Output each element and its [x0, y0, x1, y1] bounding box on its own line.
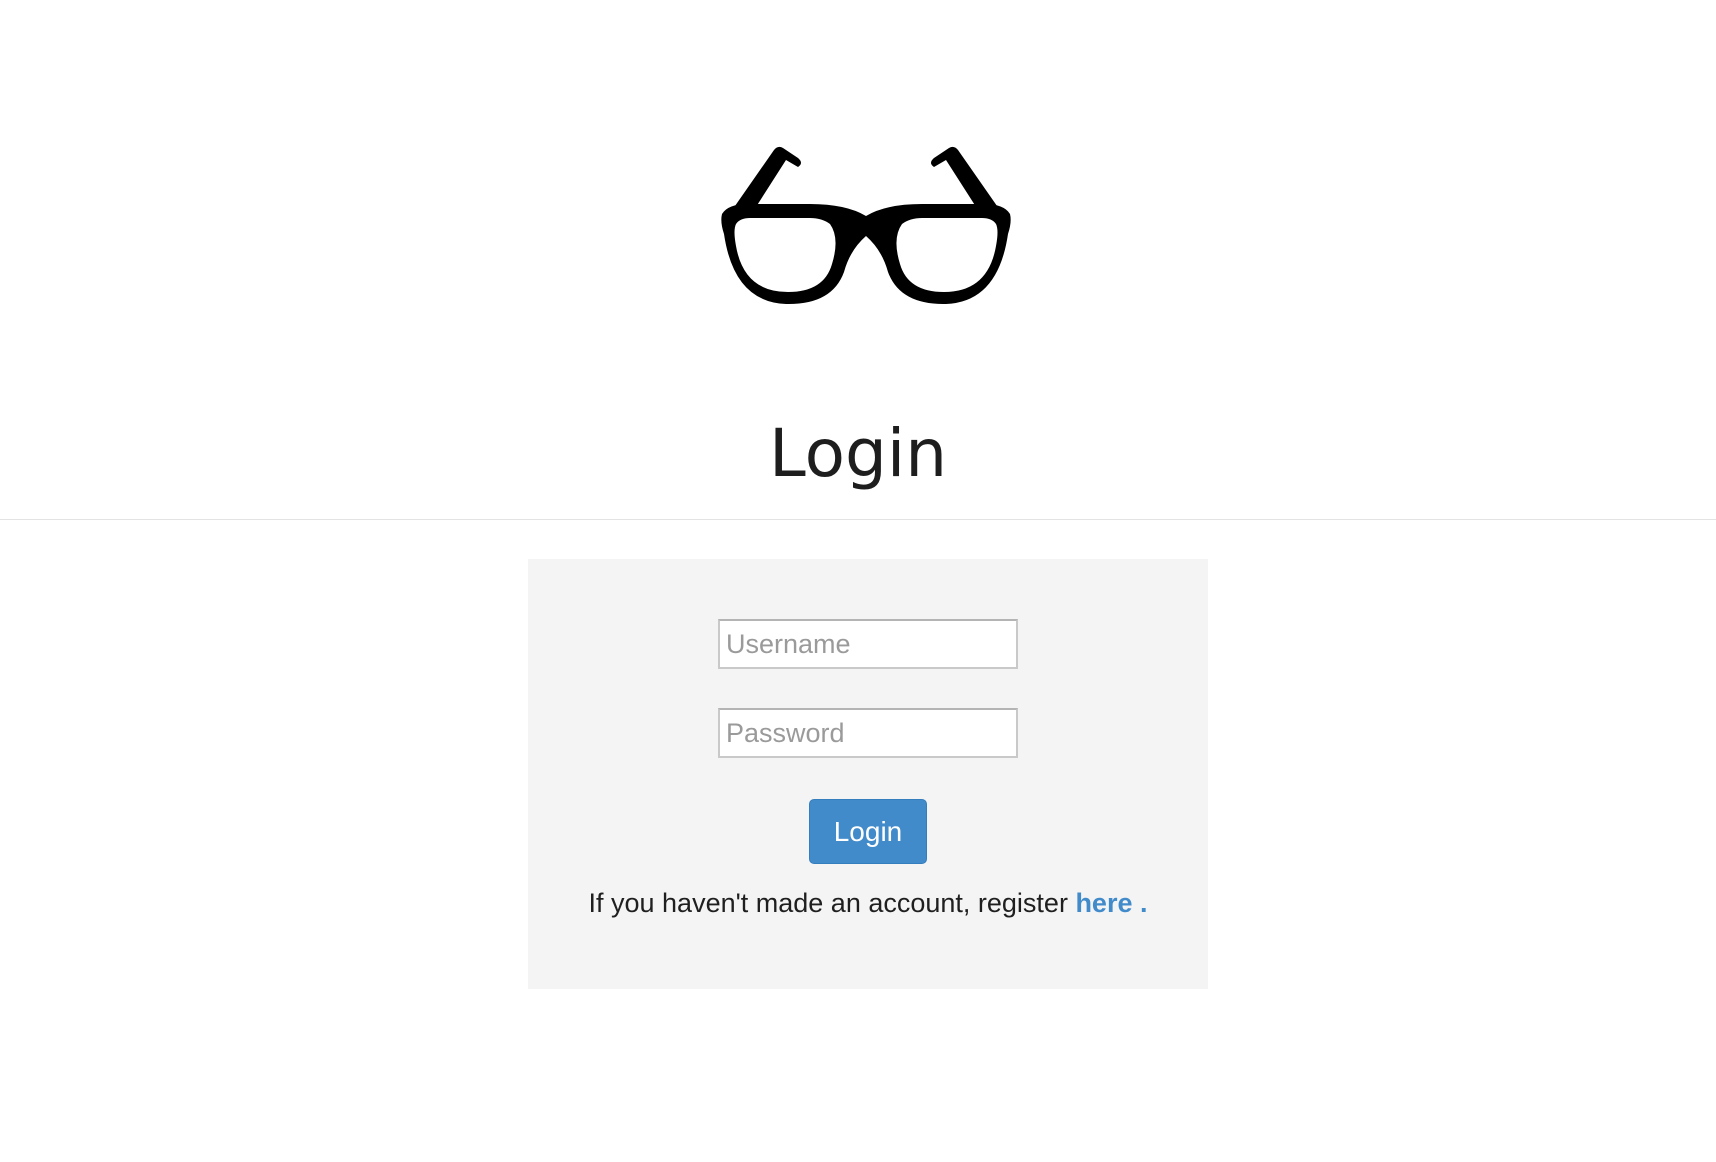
- register-link[interactable]: here: [1075, 888, 1132, 918]
- glasses-logo-icon: [718, 142, 1014, 306]
- login-panel: Login If you haven't made an account, re…: [528, 559, 1208, 989]
- page-title: Login: [768, 415, 948, 492]
- register-prompt: If you haven't made an account, register…: [528, 885, 1208, 921]
- header-divider: [0, 519, 1716, 520]
- username-input[interactable]: [718, 619, 1018, 669]
- password-input[interactable]: [718, 708, 1018, 758]
- register-period: .: [1132, 888, 1148, 918]
- register-prompt-text: If you haven't made an account, register: [588, 888, 1076, 918]
- login-button[interactable]: Login: [809, 799, 927, 864]
